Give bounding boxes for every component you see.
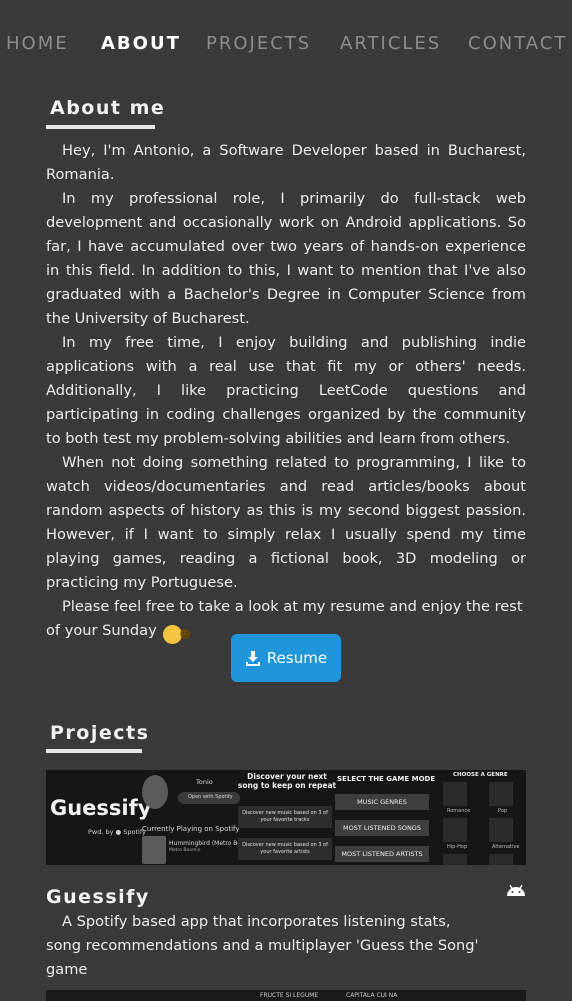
- banner-user: Tonio: [196, 778, 213, 786]
- genre-tile: [443, 854, 467, 865]
- genre-label: Romance: [447, 808, 471, 814]
- genre-tile: [489, 818, 513, 842]
- genre-label: Hip-Hop: [447, 844, 468, 850]
- genre-tile: [443, 818, 467, 842]
- banner-track-artist: Metro Boomin: [169, 848, 201, 853]
- banner-logo: Guessify: [50, 796, 152, 820]
- game-mode-button: MOST LISTENED ARTISTS: [335, 846, 429, 862]
- genre-tile: [489, 854, 513, 865]
- next-project-banner-image[interactable]: FRUCTE SI LEGUME CAPITALA CUI NA: [46, 990, 526, 1001]
- banner-discover-1: Discover new music based on 3 of your fa…: [242, 810, 328, 823]
- closing-text: Please feel free to take a look at my re…: [46, 598, 523, 639]
- banner-genre-title: CHOOSE A GENRE: [453, 772, 508, 778]
- banner-currently-playing: Currently Playing on Spotify: [142, 825, 240, 833]
- about-title: About me: [50, 97, 166, 119]
- guessify-banner-image[interactable]: Guessify Pwd. by ● Spotify Tonio Open wi…: [46, 770, 526, 865]
- android-icon: [507, 884, 525, 896]
- top-nav: HOME ABOUT PROJECTS ARTICLES CONTACT: [0, 32, 572, 56]
- next-banner-text: CAPITALA CUI NA: [346, 992, 398, 999]
- about-text: Hey, I'm Antonio, a Software Developer b…: [46, 139, 526, 644]
- banner-game-mode-title: SELECT THE GAME MODE: [337, 775, 436, 783]
- banner-discover-2: Discover new music based on 3 of your fa…: [242, 842, 328, 855]
- projects-title-underline: [46, 749, 142, 753]
- banner-powered-by: Pwd. by ● Spotify: [88, 828, 146, 836]
- game-mode-button: MUSIC GENRES: [335, 794, 429, 810]
- user-avatar: [142, 775, 168, 809]
- album-art: [142, 836, 166, 864]
- genre-tile: [443, 782, 467, 806]
- about-paragraph: In my professional role, I primarily do …: [46, 190, 526, 327]
- project-description: A Spotify based app that incorporates li…: [46, 913, 479, 978]
- nav-about[interactable]: ABOUT: [101, 32, 181, 56]
- game-mode-button: MOST LISTENED SONGS: [335, 820, 429, 836]
- resume-label: Resume: [266, 649, 328, 667]
- banner-discover-title: Discover your next song to keep on repea…: [237, 772, 337, 790]
- resume-button[interactable]: Resume: [231, 634, 341, 682]
- nav-home[interactable]: HOME: [6, 32, 69, 56]
- about-paragraph: When not doing something related to prog…: [46, 454, 526, 591]
- projects-title: Projects: [50, 722, 150, 744]
- next-banner-text: FRUCTE SI LEGUME: [260, 992, 319, 999]
- genre-tile: [489, 782, 513, 806]
- download-icon: [245, 650, 260, 666]
- banner-open-spotify: Open with Spotify: [188, 794, 233, 800]
- about-paragraph: In my free time, I enjoy building and pu…: [46, 334, 526, 447]
- nav-projects[interactable]: PROJECTS: [206, 32, 311, 56]
- about-title-underline: [46, 125, 155, 129]
- nav-articles[interactable]: ARTICLES: [340, 32, 441, 56]
- grinning-face-emoji-icon: ☻: [163, 625, 191, 644]
- genre-label: Alternative: [492, 844, 520, 850]
- nav-contact[interactable]: CONTACT: [468, 32, 567, 56]
- about-paragraph: Hey, I'm Antonio, a Software Developer b…: [46, 142, 526, 183]
- project-name-guessify[interactable]: Guessify: [46, 884, 150, 910]
- genre-label: Pop: [498, 808, 508, 814]
